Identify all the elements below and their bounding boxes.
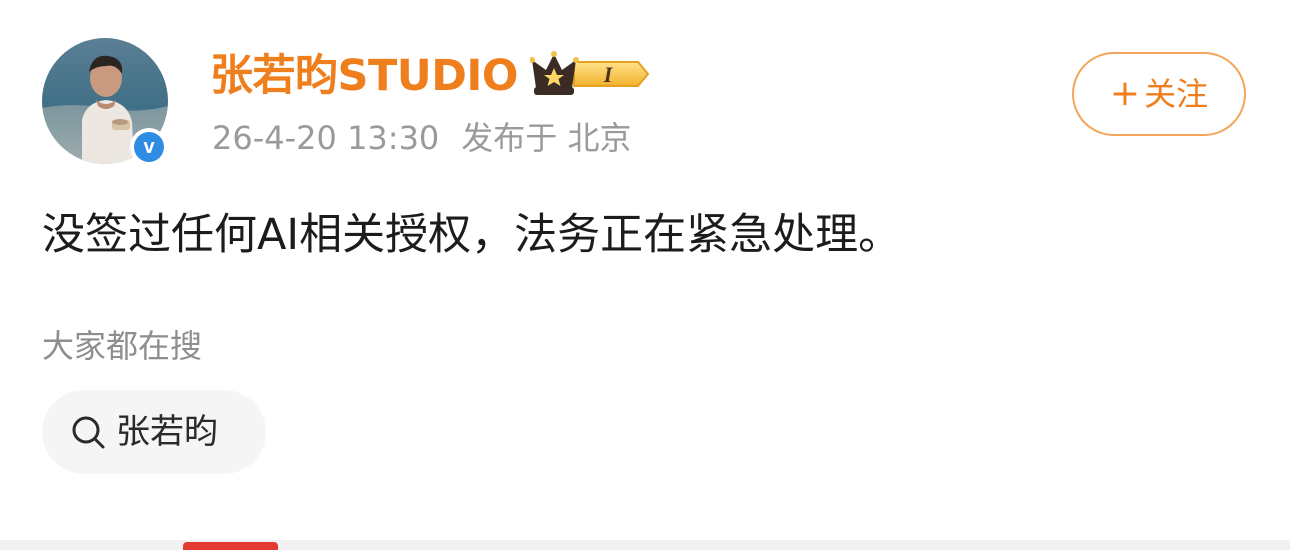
author-name[interactable]: 张若昀STUDIO <box>210 46 518 106</box>
post-location: 发布于 北京 <box>461 119 632 157</box>
search-icon <box>72 416 105 449</box>
plus-icon: + <box>1109 73 1141 114</box>
crown-vip-badge-icon: I <box>530 51 650 95</box>
bottom-accent-bar <box>183 542 278 550</box>
follow-label: 关注 <box>1144 75 1209 113</box>
post-timestamp: 26-4-20 13:30 <box>212 119 440 157</box>
trending-search-chip[interactable]: 张若昀 <box>42 390 266 474</box>
post-meta: 26-4-20 13:30 发布于 北京 <box>212 116 631 160</box>
vip-level-text: I <box>603 62 614 87</box>
verified-v-icon: v <box>134 132 164 162</box>
search-chip-label: 张若昀 <box>116 412 218 452</box>
follow-button[interactable]: + 关注 <box>1072 52 1246 136</box>
post-text: 没签过任何AI相关授权，法务正在紧急处理。 <box>42 210 902 260</box>
verified-badge: v <box>130 128 168 166</box>
trending-title: 大家都在搜 <box>42 327 203 365</box>
